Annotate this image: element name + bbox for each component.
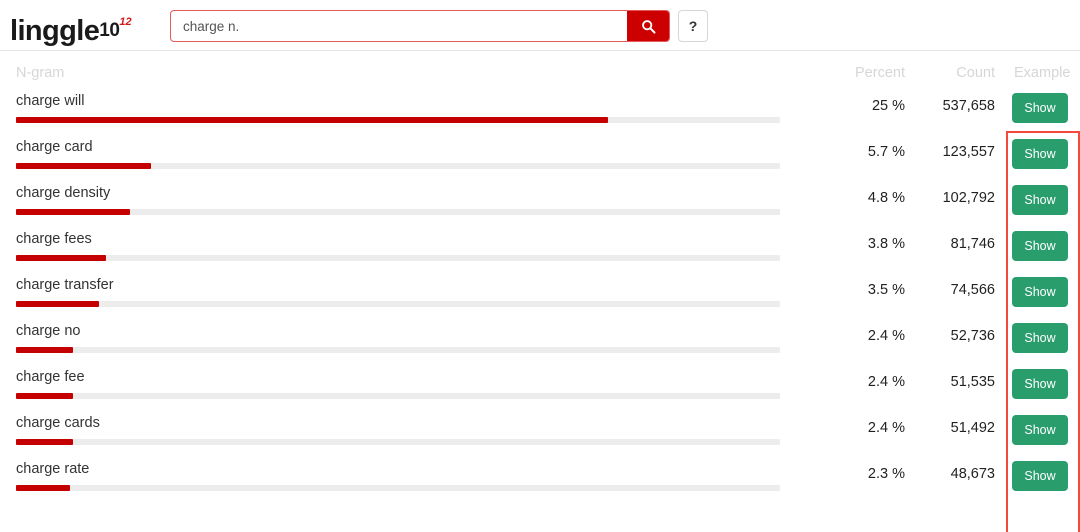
frequency-bar-fill: [16, 347, 73, 353]
table-row: charge cards 2.4 % 51,492 Show: [0, 410, 1080, 456]
show-example-button[interactable]: Show: [1012, 139, 1068, 169]
search-box[interactable]: [170, 10, 670, 42]
ngram-label: charge cards: [16, 415, 100, 431]
frequency-bar-track: [16, 439, 780, 445]
ngram-label: charge density: [16, 185, 111, 201]
frequency-bar-fill: [16, 163, 151, 169]
frequency-bar-fill: [16, 393, 73, 399]
count-value: 74,566: [950, 282, 995, 298]
table-row: charge will 25 % 537,658 Show: [0, 88, 1080, 134]
column-header-example: Example: [1014, 65, 1071, 81]
search-area: ?: [170, 10, 708, 42]
frequency-bar-fill: [16, 485, 71, 491]
frequency-bar-track: [16, 393, 780, 399]
frequency-bar-fill: [16, 209, 130, 215]
search-button[interactable]: [627, 11, 669, 41]
column-header-count: Count: [956, 65, 995, 81]
logo-superscript: 12: [119, 16, 132, 28]
show-example-button[interactable]: Show: [1012, 415, 1068, 445]
app-header: linggle1012 ?: [0, 0, 1080, 51]
show-example-button[interactable]: Show: [1012, 369, 1068, 399]
frequency-bar-track: [16, 485, 780, 491]
frequency-bar-track: [16, 117, 780, 123]
column-header-ngram: N-gram: [16, 65, 65, 81]
logo-wordmark: linggle: [10, 15, 100, 47]
count-value: 123,557: [942, 144, 995, 160]
table-row: charge no 2.4 % 52,736 Show: [0, 318, 1080, 364]
ngram-label: charge fee: [16, 369, 85, 385]
table-row: charge card 5.7 % 123,557 Show: [0, 134, 1080, 180]
count-value: 52,736: [950, 328, 995, 344]
frequency-bar-track: [16, 255, 780, 261]
table-row: charge transfer 3.5 % 74,566 Show: [0, 272, 1080, 318]
ngram-label: charge will: [16, 93, 85, 109]
count-value: 51,535: [950, 374, 995, 390]
table-row: charge fee 2.4 % 51,535 Show: [0, 364, 1080, 410]
column-header-percent: Percent: [855, 65, 905, 81]
percent-value: 2.4 %: [867, 420, 905, 436]
percent-value: 5.7 %: [867, 144, 905, 160]
percent-value: 3.8 %: [867, 236, 905, 252]
linggle-logo[interactable]: linggle1012: [10, 2, 132, 51]
frequency-bar-track: [16, 209, 780, 215]
search-icon: [641, 19, 656, 34]
table-header-row: N-gram Percent Count Example: [0, 51, 1080, 88]
frequency-bar-fill: [16, 439, 73, 445]
table-row: charge density 4.8 % 102,792 Show: [0, 180, 1080, 226]
count-value: 51,492: [950, 420, 995, 436]
frequency-bar-fill: [16, 255, 106, 261]
help-button[interactable]: ?: [678, 10, 708, 42]
percent-value: 2.4 %: [867, 374, 905, 390]
frequency-bar-track: [16, 347, 780, 353]
ngram-label: charge card: [16, 139, 93, 155]
percent-value: 2.4 %: [867, 328, 905, 344]
percent-value: 25 %: [871, 98, 905, 114]
count-value: 48,673: [950, 466, 995, 482]
count-value: 81,746: [950, 236, 995, 252]
count-value: 537,658: [942, 98, 995, 114]
show-example-button[interactable]: Show: [1012, 323, 1068, 353]
table-row: charge rate 2.3 % 48,673 Show: [0, 456, 1080, 502]
results-panel: N-gram Percent Count Example charge will…: [0, 51, 1080, 532]
ngram-label: charge rate: [16, 461, 90, 477]
logo-ten: 10: [99, 20, 120, 41]
show-example-button[interactable]: Show: [1012, 93, 1068, 123]
frequency-bar-track: [16, 163, 780, 169]
frequency-bar-fill: [16, 301, 99, 307]
show-example-button[interactable]: Show: [1012, 231, 1068, 261]
percent-value: 2.3 %: [867, 466, 905, 482]
count-value: 102,792: [942, 190, 995, 206]
percent-value: 3.5 %: [867, 282, 905, 298]
frequency-bar-fill: [16, 117, 609, 123]
ngram-label: charge fees: [16, 231, 92, 247]
show-example-button[interactable]: Show: [1012, 277, 1068, 307]
percent-value: 4.8 %: [867, 190, 905, 206]
frequency-bar-track: [16, 301, 780, 307]
results-table-body: charge will 25 % 537,658 Show charge card 5.7…: [0, 88, 1080, 502]
show-example-button[interactable]: Show: [1012, 185, 1068, 215]
ngram-label: charge no: [16, 323, 81, 339]
ngram-label: charge transfer: [16, 277, 114, 293]
show-example-button[interactable]: Show: [1012, 461, 1068, 491]
table-row: charge fees 3.8 % 81,746 Show: [0, 226, 1080, 272]
search-input[interactable]: [171, 11, 627, 41]
